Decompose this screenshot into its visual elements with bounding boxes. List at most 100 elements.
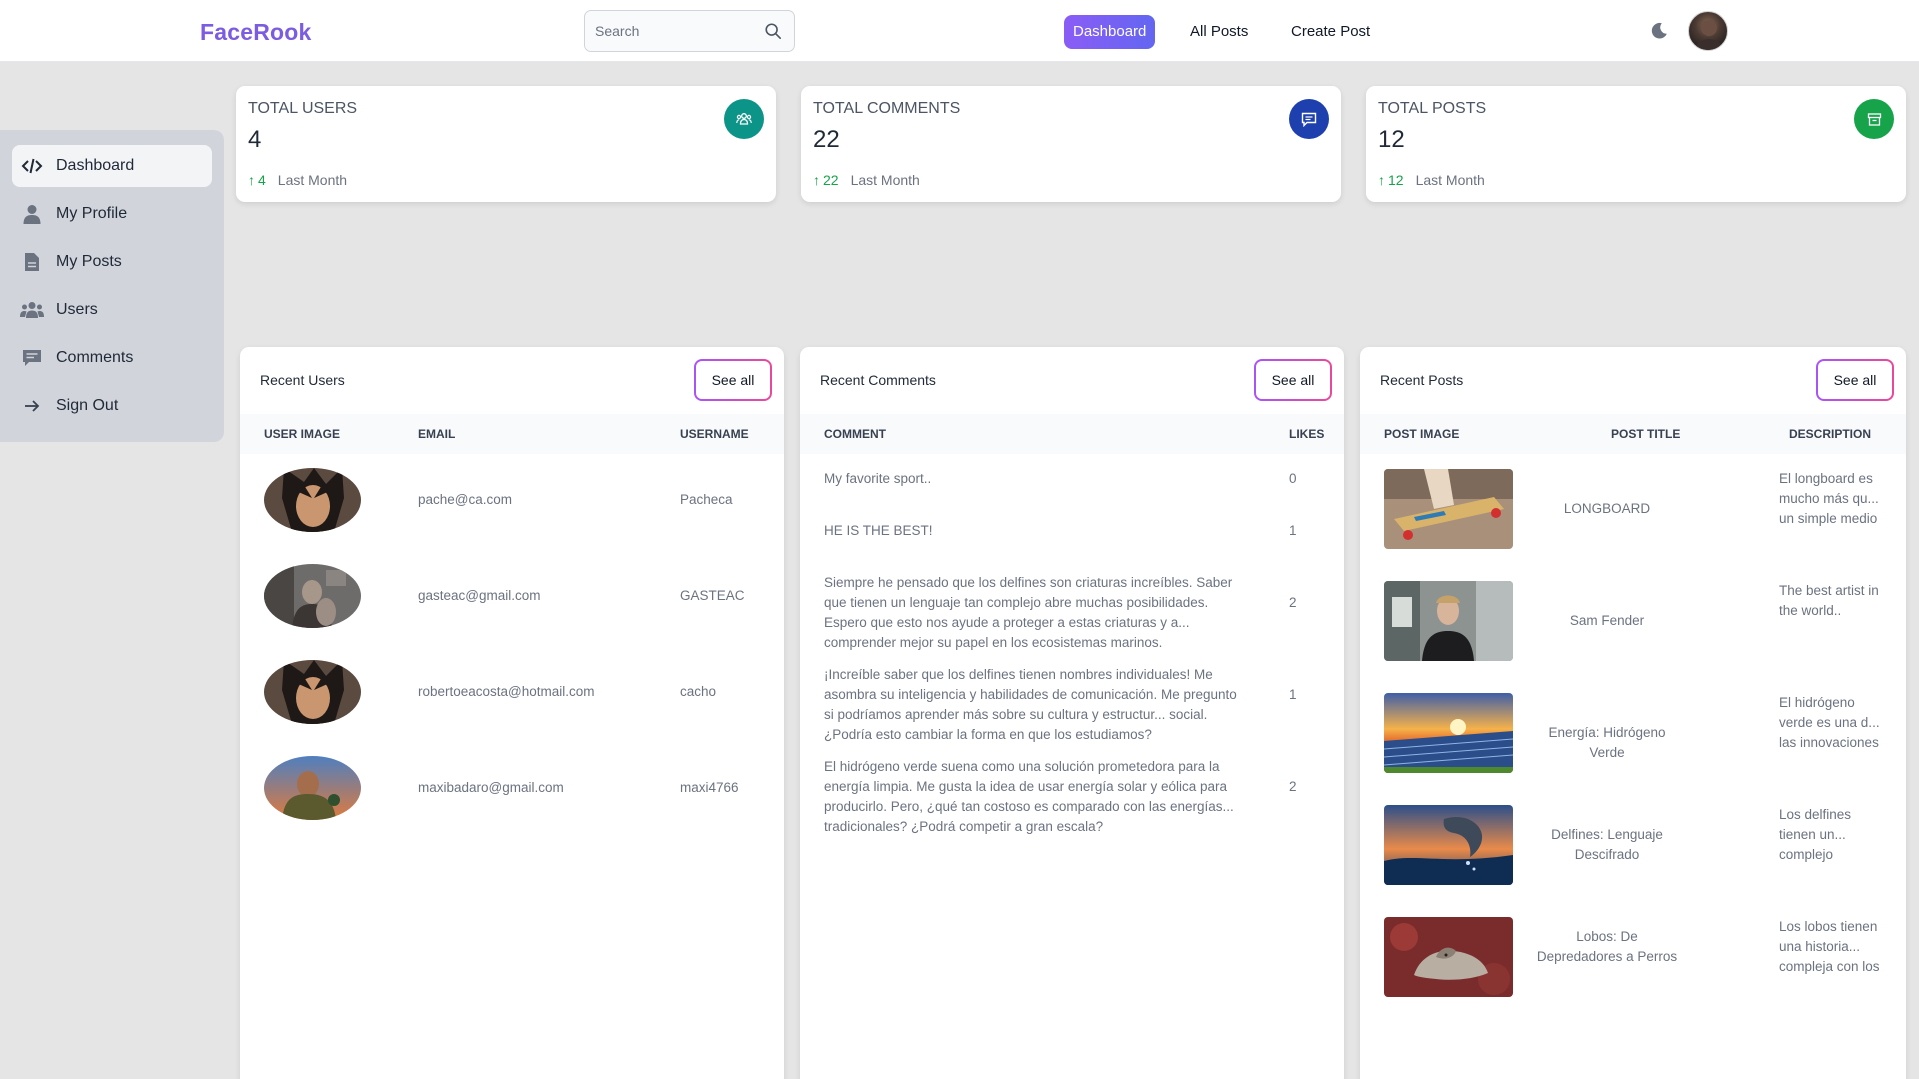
sidebar-item-my-profile[interactable]: My Profile	[12, 193, 212, 235]
post-title: Sam Fender	[1569, 613, 1645, 628]
column-header: COMMENT	[824, 427, 886, 441]
post-description: Los lobos tienen una historia... complej…	[1779, 919, 1880, 974]
stat-period: Last Month	[850, 172, 920, 188]
user-avatar[interactable]	[1688, 11, 1728, 51]
recent-comments-panel: Recent Comments See all COMMENT LIKES My…	[800, 347, 1344, 1079]
comment-text: Siempre he pensado que los delfines son …	[824, 575, 1233, 650]
user-username: cacho	[680, 684, 717, 699]
user-icon	[20, 202, 44, 226]
user-username: maxi4766	[680, 780, 739, 795]
brand-logo[interactable]: FaceRook	[200, 19, 312, 46]
users-group-icon	[724, 99, 764, 139]
stat-delta-value: 4	[258, 172, 266, 188]
document-icon	[20, 250, 44, 274]
sidebar-item-comments[interactable]: Comments	[12, 337, 212, 379]
sidebar: Dashboard My Profile My Posts Users Comm…	[0, 130, 224, 442]
comment-likes: 2	[1289, 779, 1297, 794]
arrow-up-icon: ↑	[248, 172, 255, 188]
comment-likes: 2	[1289, 595, 1297, 610]
stat-delta: ↑ 22 Last Month	[813, 172, 920, 188]
column-header: POST IMAGE	[1384, 427, 1460, 441]
panel-title: Recent Posts	[1380, 372, 1464, 388]
stat-card-total-comments: TOTAL COMMENTS 22 ↑ 22 Last Month	[801, 86, 1341, 202]
comment-likes: 1	[1289, 523, 1297, 538]
see-all-users-button[interactable]: See all	[694, 359, 772, 401]
column-header: DESCRIPTION	[1789, 427, 1872, 441]
user-image	[264, 564, 361, 628]
sidebar-item-my-posts[interactable]: My Posts	[12, 241, 212, 283]
archive-icon	[1854, 99, 1894, 139]
post-description: El hidrógeno verde es una d... las innov…	[1779, 695, 1880, 750]
nav-dashboard[interactable]: Dashboard	[1064, 15, 1156, 49]
comment-text: My favorite sport..	[824, 471, 932, 486]
nav-create-post[interactable]: Create Post	[1282, 15, 1379, 49]
column-header: USERNAME	[680, 427, 749, 441]
panel-title: Recent Users	[260, 372, 345, 388]
user-email: maxibadaro@gmail.com	[418, 780, 564, 795]
table-header: COMMENT LIKES	[800, 414, 1344, 454]
stat-title: TOTAL POSTS	[1378, 100, 1487, 117]
users-icon	[20, 298, 44, 322]
recent-users-panel: Recent Users See all USER IMAGE EMAIL US…	[240, 347, 784, 1079]
sidebar-item-sign-out[interactable]: Sign Out	[12, 385, 212, 427]
post-title: Delfines: Lenguaje Descifrado	[1551, 827, 1663, 862]
nav-all-posts[interactable]: All Posts	[1181, 15, 1257, 49]
sidebar-item-users[interactable]: Users	[12, 289, 212, 331]
comment-text: ¡Increíble saber que los delfines tienen…	[824, 667, 1237, 742]
recent-posts-panel: Recent Posts See all POST IMAGE POST TIT…	[1360, 347, 1906, 1079]
user-image	[264, 660, 361, 724]
post-title: Energía: Hidrógeno Verde	[1548, 725, 1666, 760]
sidebar-item-dashboard[interactable]: Dashboard	[12, 145, 212, 187]
search-box[interactable]	[584, 10, 795, 52]
table-header: POST IMAGE POST TITLE DESCRIPTION	[1360, 414, 1906, 454]
user-username: GASTEAC	[680, 588, 745, 603]
stat-delta-value: 12	[1388, 172, 1404, 188]
sidebar-item-label: My Posts	[56, 253, 122, 270]
post-description: The best artist in the world..	[1779, 583, 1879, 618]
sidebar-item-label: Comments	[56, 349, 134, 366]
post-image	[1384, 581, 1513, 661]
comment-text: El hidrógeno verde suena como una soluci…	[824, 759, 1234, 834]
stat-title: TOTAL COMMENTS	[813, 100, 961, 117]
comment-likes: 0	[1289, 471, 1297, 486]
post-image	[1384, 805, 1513, 885]
top-navbar: FaceRook Dashboard All Posts Create Post	[0, 0, 1919, 62]
moon-icon[interactable]	[1648, 20, 1670, 42]
column-header: LIKES	[1289, 427, 1325, 441]
user-image	[264, 756, 361, 820]
arrow-up-icon: ↑	[813, 172, 820, 188]
post-title: Lobos: De Depredadores a Perros	[1536, 929, 1678, 964]
see-all-posts-button[interactable]: See all	[1816, 359, 1894, 401]
sidebar-item-label: My Profile	[56, 205, 128, 222]
column-header: USER IMAGE	[264, 427, 341, 441]
user-email: gasteac@gmail.com	[418, 588, 541, 603]
user-image	[264, 468, 361, 532]
stat-period: Last Month	[277, 172, 348, 188]
stat-card-total-users: TOTAL USERS 4 ↑ 4 Last Month	[236, 86, 776, 202]
stat-title: TOTAL USERS	[248, 100, 358, 117]
arrow-up-icon: ↑	[1378, 172, 1385, 188]
see-all-comments-button[interactable]: See all	[1254, 359, 1332, 401]
panel-header: Recent Posts See all	[1360, 347, 1906, 413]
panel-header: Recent Users See all	[240, 347, 784, 413]
comment-likes: 1	[1289, 687, 1297, 702]
search-input[interactable]	[595, 20, 755, 42]
stat-value: 22	[813, 126, 840, 153]
comment-icon	[1289, 99, 1329, 139]
user-username: Pacheca	[680, 492, 733, 507]
table-header: USER IMAGE EMAIL USERNAME	[240, 414, 784, 454]
stat-value: 4	[248, 126, 262, 153]
sidebar-item-label: Sign Out	[56, 397, 119, 414]
search-icon[interactable]	[764, 22, 782, 40]
post-image	[1384, 917, 1513, 997]
column-header: EMAIL	[418, 427, 456, 441]
post-description: Los delfines tienen un... complejo	[1779, 807, 1852, 862]
comment-icon	[20, 346, 44, 370]
stat-period: Last Month	[1415, 172, 1485, 188]
sidebar-item-label: Users	[56, 301, 98, 318]
stat-delta: ↑ 12 Last Month	[1378, 172, 1485, 188]
post-description: El longboard es mucho más qu... un simpl…	[1779, 471, 1879, 526]
user-email: pache@ca.com	[418, 492, 512, 507]
column-header: POST TITLE	[1611, 427, 1681, 441]
post-image	[1384, 693, 1513, 773]
